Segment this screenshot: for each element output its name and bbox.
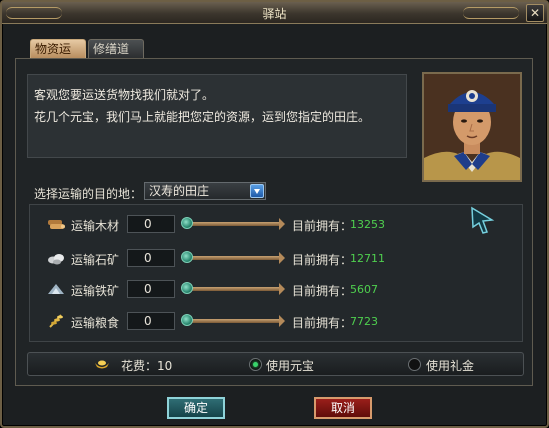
grain-icon xyxy=(49,314,63,328)
info-panel: 客观您要运送货物找我们就对了。 花几个元宝，我们马上就能把您定的资源，运到您指定… xyxy=(27,74,407,158)
mouse-cursor-icon xyxy=(471,206,495,234)
iron-icon xyxy=(48,284,64,294)
npc-portrait-image xyxy=(424,74,520,180)
owned-value: 7723 xyxy=(350,315,378,328)
info-line-1: 客观您要运送货物找我们就对了。 xyxy=(34,88,215,102)
npc-portrait xyxy=(422,72,522,182)
tab-material-transport[interactable]: 物资运输 xyxy=(30,39,86,74)
cancel-button[interactable]: 取消 xyxy=(314,397,372,419)
cost-text: 花费：10 xyxy=(121,359,173,373)
stone-icon xyxy=(48,254,64,265)
slider-end-arrow-icon xyxy=(279,283,285,295)
resource-row-grain: 运输粮食 0 目前拥有： 7723 xyxy=(47,310,467,334)
radio-use-yuanbao-label[interactable]: 使用元宝 xyxy=(266,357,314,374)
owned-value: 5607 xyxy=(350,283,378,296)
resource-label: 运输铁矿 xyxy=(71,284,120,298)
close-button[interactable]: ✕ xyxy=(526,4,544,22)
slider-end-arrow-icon xyxy=(279,252,285,264)
destination-value: 汉寿的田庄 xyxy=(149,184,210,198)
resource-label: 运输粮食 xyxy=(71,316,120,330)
relay-station-window: 驿站 ✕ 物资运输 修缮道路 客观您要运送货物找我们就对了。 花几个元宝，我们马… xyxy=(0,0,549,428)
resource-label: 运输木材 xyxy=(71,219,120,233)
radio-use-lijin[interactable] xyxy=(408,358,421,371)
resource-label: 运输石矿 xyxy=(71,253,120,267)
owned-label: 目前拥有： xyxy=(292,284,353,298)
chevron-down-icon[interactable] xyxy=(250,184,264,198)
destination-select[interactable]: 汉寿的田庄 xyxy=(144,182,266,200)
quantity-slider-track[interactable] xyxy=(187,222,283,226)
quantity-slider-handle[interactable] xyxy=(181,314,193,326)
slider-end-arrow-icon xyxy=(279,315,285,327)
tab-repair-road[interactable]: 修缮道路 xyxy=(88,39,144,74)
destination-label: 选择运输的目的地： xyxy=(34,187,143,201)
resource-row-wood: 运输木材 0 目前拥有： 13253 xyxy=(47,213,467,237)
quantity-input[interactable]: 0 xyxy=(127,215,175,233)
quantity-input[interactable]: 0 xyxy=(127,249,175,267)
owned-value: 12711 xyxy=(350,252,385,265)
confirm-button[interactable]: 确定 xyxy=(167,397,225,419)
quantity-slider-handle[interactable] xyxy=(181,217,193,229)
yuanbao-icon xyxy=(95,360,109,369)
radio-use-yuanbao[interactable] xyxy=(249,358,262,371)
quantity-input[interactable]: 0 xyxy=(127,280,175,298)
quantity-slider-track[interactable] xyxy=(187,287,283,291)
info-line-2: 花几个元宝，我们马上就能把您定的资源，运到您指定的田庄。 xyxy=(34,110,371,124)
title-ornament-right xyxy=(463,7,519,19)
cost-bar: 花费：10 使用元宝 使用礼金 xyxy=(27,352,524,376)
resource-row-stone: 运输石矿 0 目前拥有： 12711 xyxy=(47,247,467,271)
quantity-slider-handle[interactable] xyxy=(181,282,193,294)
radio-use-lijin-label[interactable]: 使用礼金 xyxy=(426,357,474,374)
quantity-slider-track[interactable] xyxy=(187,319,283,323)
title-bar[interactable]: 驿站 ✕ xyxy=(2,2,547,24)
owned-label: 目前拥有： xyxy=(292,253,353,267)
owned-label: 目前拥有： xyxy=(292,219,353,233)
wood-icon xyxy=(48,220,65,229)
quantity-input[interactable]: 0 xyxy=(127,312,175,330)
slider-end-arrow-icon xyxy=(279,218,285,230)
owned-label: 目前拥有： xyxy=(292,316,353,330)
resource-row-iron: 运输铁矿 0 目前拥有： 5607 xyxy=(47,278,467,302)
quantity-slider-track[interactable] xyxy=(187,256,283,260)
quantity-slider-handle[interactable] xyxy=(181,251,193,263)
owned-value: 13253 xyxy=(350,218,385,231)
